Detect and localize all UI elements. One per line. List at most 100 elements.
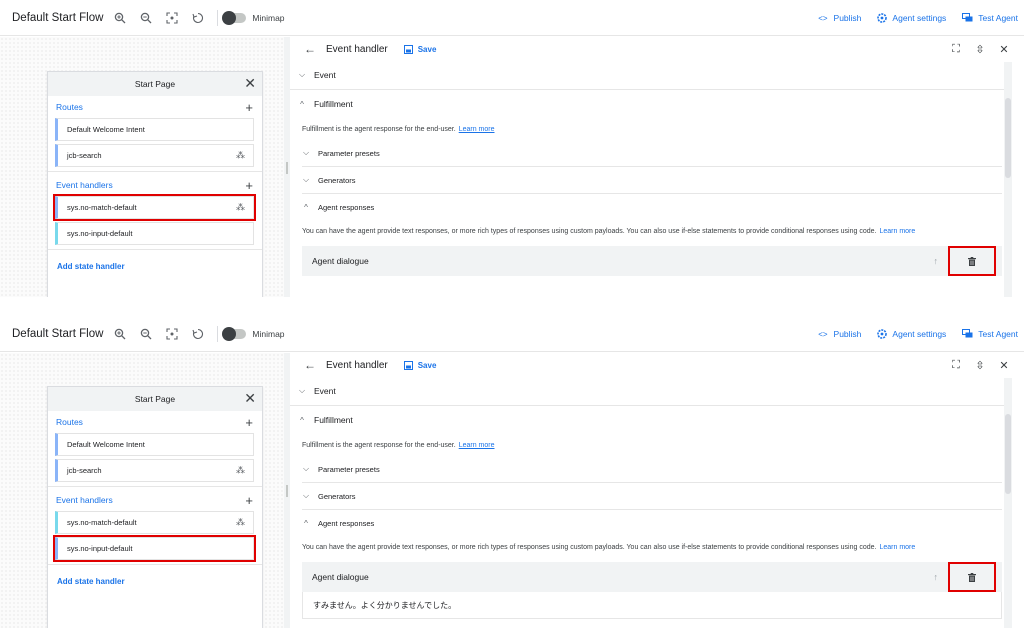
agent-responses-desc-text: You can have the agent provide text resp… (302, 227, 877, 235)
event-label: Event (314, 70, 336, 80)
close-icon[interactable]: ✕ (244, 75, 256, 91)
delete-button[interactable] (948, 562, 996, 592)
add-state-handler-link[interactable]: Add state handler (48, 567, 262, 596)
minimap-toggle[interactable]: Minimap (222, 10, 285, 25)
toggle-knob (222, 326, 237, 341)
generators-section[interactable]: ⌵ Generators (302, 483, 1002, 510)
zoom-out-icon[interactable] (137, 325, 155, 343)
routes-label[interactable]: Routes (56, 417, 83, 427)
scrollbar-thumb[interactable] (1005, 414, 1011, 494)
route-item-label: Default Welcome Intent (67, 440, 145, 449)
zoom-in-icon[interactable] (111, 325, 129, 343)
close-icon[interactable]: ✕ (996, 357, 1012, 373)
event-section[interactable]: ⌵ Event (290, 377, 1012, 406)
start-page-title: Start Page (134, 79, 176, 89)
chevron-down-icon: ⌵ (298, 70, 306, 79)
add-route-icon[interactable]: + (245, 415, 253, 430)
scrollbar[interactable] (1004, 378, 1012, 628)
event-handler-title: Event handler (326, 359, 388, 371)
expand-icon[interactable]: ⛶ (948, 41, 964, 57)
agent-dialogue-text[interactable]: すみません。よく分かりませんでした。 (302, 592, 1002, 619)
code-icon: <> (818, 13, 828, 23)
event-handler-item-no-input[interactable]: sys.no-input-default (55, 222, 254, 245)
collapse-icon[interactable]: ⇳ (972, 41, 988, 57)
webhook-icon: ⁂ (236, 150, 245, 160)
chevron-up-icon: ^ (304, 518, 308, 528)
arrow-up-icon[interactable]: ↑ (934, 572, 939, 582)
fit-view-icon[interactable] (163, 9, 181, 27)
close-icon[interactable]: ✕ (996, 41, 1012, 57)
toggle-track (222, 326, 247, 341)
chevron-down-icon: ⌵ (302, 464, 310, 473)
route-item[interactable]: Default Welcome Intent (55, 433, 254, 456)
learn-more-link[interactable]: Learn more (879, 228, 915, 235)
parameter-presets-section[interactable]: ⌵ Parameter presets (302, 140, 1002, 167)
learn-more-link[interactable]: Learn more (879, 544, 915, 551)
event-handler-label: sys.no-input-default (67, 544, 133, 553)
learn-more-link[interactable]: Learn more (459, 442, 495, 449)
agent-responses-section[interactable]: ^ Agent responses (302, 510, 1002, 536)
scrollbar-thumb[interactable] (1005, 98, 1011, 178)
event-handler-title: Event handler (326, 43, 388, 55)
event-handler-item-no-match[interactable]: sys.no-match-default ⁂ (55, 511, 254, 534)
event-section[interactable]: ⌵ Event (290, 61, 1012, 90)
recenter-icon[interactable] (189, 9, 207, 27)
agent-responses-section[interactable]: ^ Agent responses (302, 194, 1002, 220)
close-icon[interactable]: ✕ (244, 390, 256, 406)
publish-button[interactable]: <> Publish (818, 13, 861, 23)
fulfillment-section[interactable]: ^ Fulfillment (290, 406, 1012, 434)
back-arrow-icon[interactable]: ← (304, 42, 316, 56)
section-divider (48, 171, 262, 172)
agent-settings-button[interactable]: Agent settings (877, 329, 946, 339)
scrollbar[interactable] (1004, 62, 1012, 297)
toolbar-divider (217, 9, 219, 26)
parameter-presets-section[interactable]: ⌵ Parameter presets (302, 456, 1002, 483)
save-button[interactable]: Save (403, 360, 436, 370)
routes-label[interactable]: Routes (56, 102, 83, 112)
add-state-handler-link[interactable]: Add state handler (48, 252, 262, 281)
route-item[interactable]: jcb-search ⁂ (55, 144, 254, 167)
generators-section[interactable]: ⌵ Generators (302, 167, 1002, 194)
add-event-handler-icon[interactable]: + (245, 178, 253, 193)
event-handler-item-no-input[interactable]: sys.no-input-default (53, 535, 256, 562)
recenter-icon[interactable] (189, 325, 207, 343)
back-arrow-icon[interactable]: ← (304, 358, 316, 372)
toolbar-actions: <> Publish Agent settings Test Agent (818, 0, 1024, 36)
route-item[interactable]: Default Welcome Intent (55, 118, 254, 141)
minimap-toggle[interactable]: Minimap (222, 326, 285, 341)
top-toolbar: Default Start Flow Minimap <> Publish Age… (0, 316, 1024, 352)
expand-icon[interactable]: ⛶ (948, 357, 964, 373)
fulfillment-content: Fulfillment is the agent response for th… (290, 434, 1012, 619)
fulfillment-label: Fulfillment (314, 99, 353, 109)
agent-settings-label: Agent settings (892, 13, 947, 23)
publish-button[interactable]: <> Publish (818, 329, 861, 339)
event-handler-item-no-match[interactable]: sys.no-match-default ⁂ (53, 194, 256, 221)
resize-grip (286, 161, 288, 174)
event-handlers-label[interactable]: Event handlers (56, 180, 113, 190)
zoom-out-icon[interactable] (137, 9, 155, 27)
test-agent-button[interactable]: Test Agent (962, 329, 1018, 339)
fulfillment-section[interactable]: ^ Fulfillment (290, 90, 1012, 118)
toggle-knob (222, 10, 237, 25)
publish-label: Publish (833, 329, 862, 339)
route-item[interactable]: jcb-search ⁂ (55, 459, 254, 482)
fulfillment-description: Fulfillment is the agent response for th… (302, 434, 1002, 456)
event-handler-panel: ← Event handler Save ⛶ ⇳ ✕ ⌵ Event ^ Fulfi… (290, 37, 1012, 297)
panel-gap (0, 297, 1024, 316)
save-icon (403, 360, 413, 370)
collapse-icon[interactable]: ⇳ (972, 357, 988, 373)
learn-more-link[interactable]: Learn more (459, 126, 495, 133)
agent-settings-button[interactable]: Agent settings (877, 13, 946, 23)
zoom-in-icon[interactable] (111, 9, 129, 27)
delete-button[interactable] (948, 246, 996, 276)
agent-dialogue-label: Agent dialogue (312, 572, 369, 582)
event-handlers-label[interactable]: Event handlers (56, 495, 113, 505)
add-route-icon[interactable]: + (245, 100, 253, 115)
save-label: Save (417, 44, 437, 54)
fit-view-icon[interactable] (163, 325, 181, 343)
test-agent-button[interactable]: Test Agent (962, 13, 1018, 23)
save-button[interactable]: Save (403, 44, 437, 54)
resize-grip (286, 485, 288, 497)
add-event-handler-icon[interactable]: + (245, 493, 253, 508)
arrow-up-icon[interactable]: ↑ (934, 256, 939, 266)
